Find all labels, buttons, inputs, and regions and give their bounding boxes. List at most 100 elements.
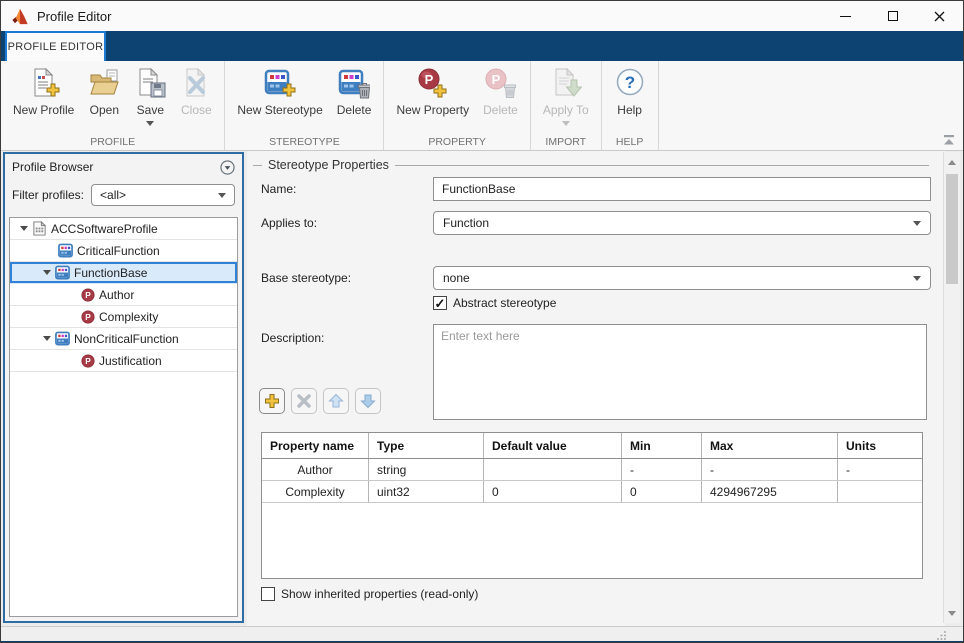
table-row[interactable]: Author string - - - xyxy=(262,459,922,481)
button-label: New Stereotype xyxy=(237,103,322,117)
window-title: Profile Editor xyxy=(37,9,111,24)
tree-item-criticalfunction[interactable]: CriticalFunction xyxy=(10,240,237,262)
close-profile-button[interactable]: Close xyxy=(173,66,219,118)
save-button[interactable]: Save xyxy=(127,66,173,127)
tree-item-complexity[interactable]: P Complexity xyxy=(10,306,237,328)
new-property-icon: P xyxy=(417,67,449,99)
button-label: New Profile xyxy=(13,103,74,117)
open-button[interactable]: Open xyxy=(81,66,127,118)
tab-profile-editor[interactable]: PROFILE EDITOR xyxy=(5,31,106,61)
description-textarea[interactable] xyxy=(433,324,927,420)
base-stereotype-value: none xyxy=(443,271,470,285)
close-icon xyxy=(934,11,945,22)
profile-icon xyxy=(32,221,47,236)
apply-to-button[interactable]: Apply To xyxy=(536,66,596,127)
remove-property-button[interactable] xyxy=(291,388,317,414)
expander-icon[interactable] xyxy=(16,226,32,231)
cell-default-value[interactable] xyxy=(484,459,622,480)
tree-item-label: NonCriticalFunction xyxy=(74,332,179,346)
tree-item-label: ACCSoftwareProfile xyxy=(51,222,158,236)
stereotype-icon xyxy=(58,243,73,258)
scrollbar-thumb[interactable] xyxy=(946,174,958,284)
ribbon-toolbar: New Profile Open xyxy=(1,61,963,151)
stereotype-properties-panel: Stereotype Properties Name: Applies to: … xyxy=(247,151,945,626)
button-label: Help xyxy=(617,103,642,117)
button-label: Apply To xyxy=(543,103,589,117)
applies-to-value: Function xyxy=(443,216,489,230)
svg-text:P: P xyxy=(424,72,433,87)
save-dropdown-caret-icon[interactable] xyxy=(146,121,154,126)
arrow-up-icon xyxy=(327,392,345,410)
base-stereotype-dropdown[interactable]: none xyxy=(433,266,931,290)
cell-property-name[interactable]: Author xyxy=(262,459,369,480)
filter-label: Filter profiles: xyxy=(12,188,84,202)
new-stereotype-icon xyxy=(264,67,296,99)
cell-max[interactable]: - xyxy=(702,459,838,480)
help-button[interactable]: ? Help xyxy=(607,66,653,118)
collapse-ribbon-button[interactable] xyxy=(940,133,958,147)
scroll-down-icon xyxy=(948,611,956,616)
cell-min[interactable]: - xyxy=(622,459,702,480)
cell-units[interactable] xyxy=(838,481,922,502)
button-label: New Property xyxy=(396,103,469,117)
new-stereotype-button[interactable]: New Stereotype xyxy=(230,66,329,118)
filter-row: Filter profiles: <all> xyxy=(5,180,242,210)
cell-type[interactable]: string xyxy=(369,459,484,480)
tree-item-noncriticalfunction[interactable]: NonCriticalFunction xyxy=(10,328,237,350)
vertical-scrollbar[interactable] xyxy=(943,152,960,623)
applies-to-dropdown[interactable]: Function xyxy=(433,211,931,235)
button-label: Delete xyxy=(483,103,518,117)
delete-property-button[interactable]: P Delete xyxy=(476,66,525,118)
cell-type[interactable]: uint32 xyxy=(369,481,484,502)
tree-item-author[interactable]: P Author xyxy=(10,284,237,306)
minimize-button[interactable] xyxy=(822,1,869,31)
cell-max[interactable]: 4294967295 xyxy=(702,481,838,502)
panel-menu-icon[interactable] xyxy=(220,160,235,175)
name-input[interactable] xyxy=(433,177,931,201)
tree-item-justification[interactable]: P Justification xyxy=(10,350,237,372)
cell-min[interactable]: 0 xyxy=(622,481,702,502)
tree-item-accsoftwareprofile[interactable]: ACCSoftwareProfile xyxy=(10,218,237,240)
add-property-button[interactable] xyxy=(259,388,285,414)
properties-table: Property name Type Default value Min Max… xyxy=(261,432,923,579)
new-property-button[interactable]: P New Property xyxy=(389,66,476,118)
svg-text:P: P xyxy=(85,290,91,300)
column-header[interactable]: Type xyxy=(369,433,484,458)
new-profile-button[interactable]: New Profile xyxy=(6,66,81,118)
column-header[interactable]: Min xyxy=(622,433,702,458)
stereotype-icon xyxy=(55,331,70,346)
maximize-button[interactable] xyxy=(869,1,916,31)
cell-units[interactable]: - xyxy=(838,459,922,480)
scroll-down-button[interactable] xyxy=(944,605,960,621)
resize-grip-icon[interactable] xyxy=(937,630,947,640)
show-inherited-checkbox[interactable] xyxy=(261,587,275,601)
tree-item-label: Justification xyxy=(99,354,162,368)
column-header[interactable]: Default value xyxy=(484,433,622,458)
move-up-button[interactable] xyxy=(323,388,349,414)
toolbar-section-import: Apply To IMPORT xyxy=(531,61,602,150)
toolbar-section-help: ? Help HELP xyxy=(602,61,659,150)
column-header[interactable]: Property name xyxy=(262,433,369,458)
expander-icon[interactable] xyxy=(39,270,55,275)
cell-property-name[interactable]: Complexity xyxy=(262,481,369,502)
apply-to-icon xyxy=(550,67,582,99)
move-down-button[interactable] xyxy=(355,388,381,414)
property-icon: P xyxy=(81,310,95,324)
chevron-down-icon xyxy=(913,221,921,226)
delete-stereotype-button[interactable]: Delete xyxy=(330,66,379,118)
expander-icon[interactable] xyxy=(39,336,55,341)
scroll-up-button[interactable] xyxy=(944,154,960,170)
table-header-row: Property name Type Default value Min Max… xyxy=(262,433,922,459)
abstract-stereotype-checkbox[interactable] xyxy=(433,296,447,310)
tree-item-functionbase[interactable]: FunctionBase xyxy=(10,262,237,284)
cell-default-value[interactable]: 0 xyxy=(484,481,622,502)
button-label: Close xyxy=(181,103,212,117)
svg-text:P: P xyxy=(492,72,501,87)
minimize-icon xyxy=(840,16,851,17)
close-button[interactable] xyxy=(916,1,963,31)
filter-profiles-dropdown[interactable]: <all> xyxy=(91,184,235,206)
profile-browser-title: Profile Browser xyxy=(12,160,93,174)
column-header[interactable]: Units xyxy=(838,433,922,458)
column-header[interactable]: Max xyxy=(702,433,838,458)
table-row[interactable]: Complexity uint32 0 0 4294967295 xyxy=(262,481,922,503)
